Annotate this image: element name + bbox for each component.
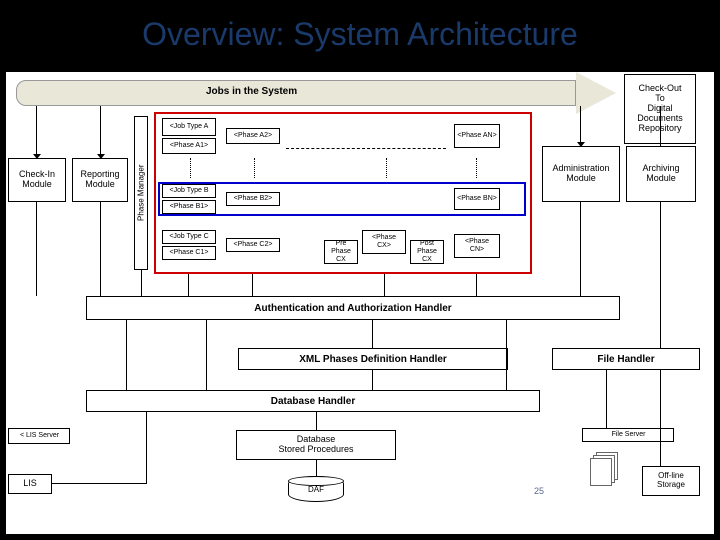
lis: LIS: [8, 474, 52, 494]
phase-cx-pre: Pre Phase CX: [324, 240, 358, 264]
phase-a1: <Phase A1>: [162, 138, 216, 154]
conn-auth-db-l: [126, 320, 127, 390]
conn-arch-file: [660, 202, 661, 348]
auth-handler: Authentication and Authorization Handler: [86, 296, 620, 320]
daf-database: DAF: [288, 476, 344, 502]
conn-db-sp: [316, 412, 317, 430]
phase-manager: Phase Manager: [134, 116, 148, 270]
offline-storage: Off-line Storage: [642, 466, 700, 496]
dots-2: [254, 158, 255, 178]
flow-arrow-head: [576, 72, 616, 114]
phase-bn: <Phase BN>: [454, 188, 500, 210]
diagram-canvas: Jobs in the System Check-Out To Digital …: [6, 72, 714, 534]
lis-server: < LIS Server: [8, 428, 70, 444]
phase-cn: <Phase CN>: [454, 234, 500, 258]
phase-b2: <Phase B2>: [226, 192, 280, 206]
conn-report-auth: [100, 202, 101, 296]
conn-db-lis: [146, 412, 147, 484]
stored-procedures: Database Stored Procedures: [236, 430, 396, 460]
conn-auth-db-2: [206, 320, 207, 390]
conn-auth-xml: [372, 320, 373, 348]
conn-ph2: [252, 274, 253, 296]
conn-file-off: [660, 370, 661, 466]
conn-auth-db-r: [506, 320, 507, 390]
arrow-tip-1: [33, 154, 41, 159]
arrow-tip-3: [577, 142, 585, 147]
reporting-module: Reporting Module: [72, 158, 128, 202]
dash-a: [286, 148, 446, 149]
daf-label: DAF: [308, 485, 324, 494]
phase-an: <Phase AN>: [454, 124, 500, 148]
file-handler: File Handler: [552, 348, 700, 370]
page-title: Overview: System Architecture: [0, 4, 720, 59]
xml-handler: XML Phases Definition Handler: [238, 348, 508, 370]
flow-arrow-label: Jobs in the System: [206, 86, 297, 97]
phase-b1: <Phase B1>: [162, 200, 216, 214]
conn-admin-auth: [580, 202, 581, 296]
conn-ph4: [476, 274, 477, 296]
job-type-b: <Job Type B: [162, 184, 216, 198]
conn-xml-db: [372, 370, 373, 390]
page-number: 25: [534, 486, 544, 496]
dots-3: [386, 158, 387, 178]
phase-c2: <Phase C2>: [226, 238, 280, 252]
dots-1: [190, 158, 191, 178]
job-type-a: <Job Type A: [162, 118, 216, 136]
conn-ph1: [188, 274, 189, 296]
db-handler: Database Handler: [86, 390, 540, 412]
admin-module: Administration Module: [542, 146, 620, 202]
phase-cx-post: Post Phase CX: [410, 240, 444, 264]
conn-ph3: [384, 274, 385, 296]
arrow-tip-2: [97, 154, 105, 159]
job-type-c: <Job Type C: [162, 230, 216, 244]
conn-checkin-top: [36, 106, 37, 158]
conn-checkin-auth: [36, 202, 37, 296]
conn-admin-top: [580, 106, 581, 146]
conn-pm-auth: [141, 270, 142, 296]
archiving-module: Archiving Module: [626, 146, 696, 202]
phase-a2: <Phase A2>: [226, 128, 280, 144]
conn-sp-daf: [316, 460, 317, 476]
conn-file-srv: [606, 370, 607, 428]
checkin-module: Check-In Module: [8, 158, 66, 202]
dots-4: [476, 158, 477, 178]
conn-lis-h: [52, 483, 146, 484]
phase-c1: <Phase C1>: [162, 246, 216, 260]
conn-arch-top: [660, 106, 661, 146]
phase-cx: <Phase CX>: [362, 230, 406, 254]
conn-report-top: [100, 106, 101, 158]
